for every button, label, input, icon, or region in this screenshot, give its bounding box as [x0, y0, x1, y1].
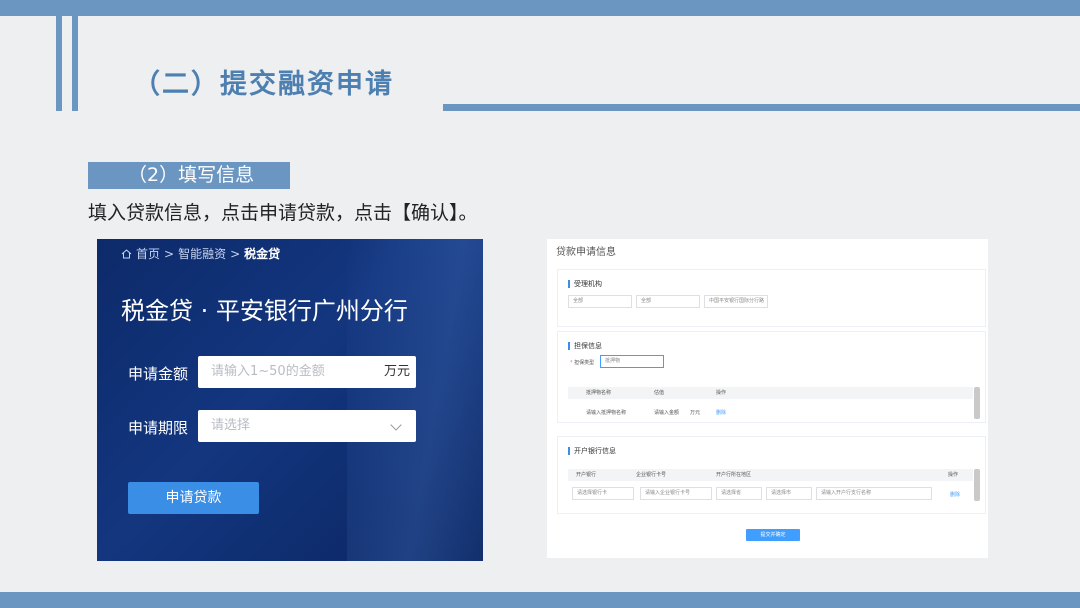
- bank-card: 开户银行信息 开户银行 企业银行卡号 开户行所在地区 操作 请选择银行卡 请输入…: [557, 436, 986, 514]
- top-accent-bar: [0, 0, 1080, 16]
- vertical-accent-bar: [56, 16, 62, 111]
- branch-input[interactable]: 请输入开户行支行名称: [816, 487, 932, 500]
- col-collateral-name: 抵押物名称: [586, 390, 612, 396]
- breadcrumb-separator: >: [164, 246, 175, 261]
- loan-apply-panel: 首页 > 智能融资 > 税金贷 税金贷 · 平安银行广州分行 申请金额 请输入1…: [97, 239, 483, 561]
- vertical-accent-bar: [72, 16, 78, 111]
- section-tag: （2）填写信息: [88, 162, 290, 189]
- org-card: 受理机构 全部 全部 中国平安银行国际分行路: [557, 269, 986, 327]
- bank-select[interactable]: 请选择银行卡: [572, 487, 634, 500]
- chevron-down-icon: [390, 419, 402, 431]
- scrollbar[interactable]: [974, 469, 980, 501]
- col-valuation: 估值: [654, 390, 665, 396]
- collateral-value-unit: 万元: [690, 410, 701, 416]
- amount-placeholder: 请输入1~50的金额: [211, 364, 325, 379]
- col-action: 操作: [716, 390, 727, 396]
- city-select[interactable]: 请选择市: [766, 487, 812, 500]
- breadcrumb-current: 税金贷: [244, 247, 281, 261]
- bank-section-title: 开户银行信息: [568, 447, 616, 455]
- amount-input[interactable]: 请输入1~50的金额 万元: [198, 356, 416, 388]
- card-number-input[interactable]: 请输入企业银行卡号: [640, 487, 712, 500]
- bank-table-header: 开户银行 企业银行卡号 开户行所在地区 操作: [568, 469, 973, 481]
- submit-confirm-button[interactable]: 提交并确定: [746, 529, 800, 541]
- collateral-name-input[interactable]: 请输入抵押物名称: [586, 409, 626, 416]
- panel-glow: [347, 239, 483, 561]
- col-bank: 开户银行: [576, 472, 597, 478]
- org-section-title: 受理机构: [568, 280, 602, 288]
- term-placeholder: 请选择: [211, 418, 251, 433]
- loan-application-form: 贷款申请信息 受理机构 全部 全部 中国平安银行国际分行路 担保信息 * 担保类…: [547, 239, 988, 558]
- org-select-branch[interactable]: 中国平安银行国际分行路: [704, 295, 768, 308]
- delete-collateral-link[interactable]: 删除: [716, 409, 726, 416]
- bottom-accent-bar: [0, 592, 1080, 608]
- amount-label: 申请金额: [128, 365, 189, 383]
- org-select-city[interactable]: 全部: [636, 295, 700, 308]
- guarantee-card: 担保信息 * 担保类型 抵押物 抵押物名称 估值 操作 请输入抵押物名称 请输入…: [557, 331, 986, 423]
- slide-title: （二）提交融资申请: [133, 69, 394, 100]
- breadcrumb: 首页 > 智能融资 > 税金贷: [121, 245, 280, 262]
- breadcrumb-home[interactable]: 首页: [136, 245, 160, 262]
- home-icon[interactable]: [121, 248, 132, 259]
- province-select[interactable]: 请选择省: [716, 487, 762, 500]
- breadcrumb-smart-finance[interactable]: 智能融资: [178, 245, 226, 262]
- term-label: 申请期限: [128, 419, 189, 437]
- scrollbar[interactable]: [974, 387, 980, 419]
- product-title: 税金贷 · 平安银行广州分行: [121, 297, 408, 325]
- instruction-text: 填入贷款信息，点击申请贷款，点击【确认】。: [88, 202, 478, 224]
- delete-bank-link[interactable]: 删除: [950, 491, 960, 498]
- guarantee-type-select[interactable]: 抵押物: [600, 355, 664, 368]
- org-select-province[interactable]: 全部: [568, 295, 632, 308]
- collateral-value-input[interactable]: 请输入金额: [654, 409, 679, 416]
- col-region: 开户行所在地区: [716, 472, 752, 478]
- guarantee-table-header: 抵押物名称 估值 操作: [568, 387, 973, 399]
- form-title: 贷款申请信息: [556, 247, 616, 258]
- col-card-number: 企业银行卡号: [636, 472, 667, 478]
- apply-loan-button[interactable]: 申请贷款: [128, 482, 259, 514]
- title-underline: [443, 104, 1080, 111]
- col-bank-action: 操作: [948, 472, 959, 478]
- amount-unit: 万元: [383, 364, 410, 379]
- term-select[interactable]: 请选择: [198, 410, 416, 442]
- guarantee-type-label: * 担保类型: [570, 360, 595, 366]
- guarantee-section-title: 担保信息: [568, 342, 602, 350]
- breadcrumb-separator: >: [230, 246, 241, 261]
